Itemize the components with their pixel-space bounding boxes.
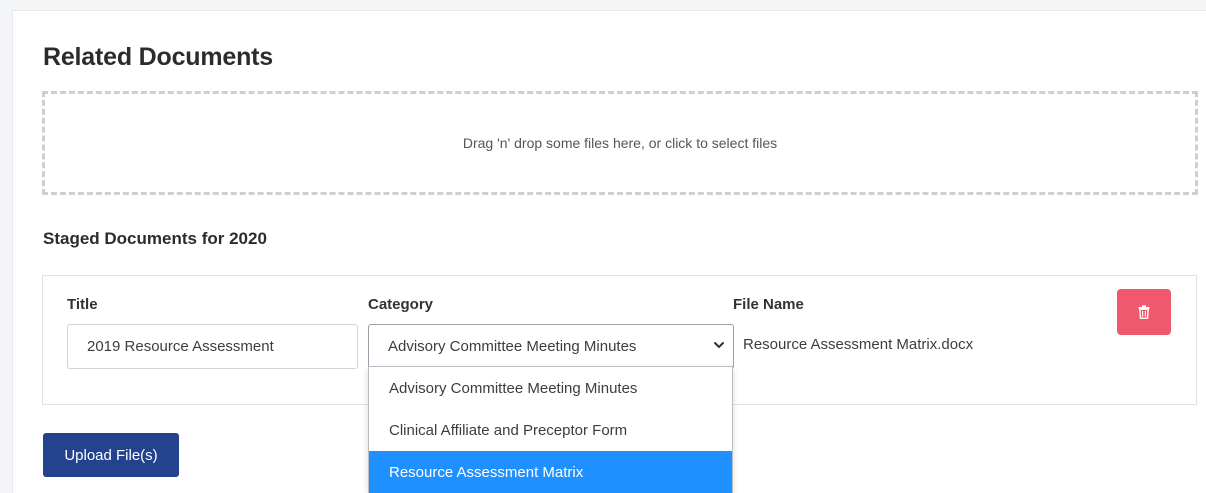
- category-select[interactable]: Advisory Committee Meeting Minutes: [368, 324, 734, 369]
- staged-documents-title: Staged Documents for 2020: [43, 229, 267, 248]
- trash-icon: [1138, 305, 1150, 319]
- dropzone-text: Drag 'n' drop some files here, or click …: [462, 135, 778, 151]
- delete-button[interactable]: [1117, 289, 1171, 335]
- category-label: Category: [368, 296, 434, 313]
- category-option[interactable]: Advisory Committee Meeting Minutes: [369, 367, 732, 409]
- category-select-value: Advisory Committee Meeting Minutes: [388, 338, 637, 355]
- category-dropdown-menu: Advisory Committee Meeting Minutes Clini…: [368, 366, 733, 493]
- file-dropzone[interactable]: Drag 'n' drop some files here, or click …: [42, 91, 1198, 195]
- file-name-value: Resource Assessment Matrix.docx: [743, 336, 974, 353]
- file-name-label: File Name: [733, 296, 804, 313]
- section-title: Related Documents: [43, 43, 273, 71]
- title-label: Title: [67, 296, 98, 313]
- chevron-down-icon: [714, 342, 724, 348]
- title-input[interactable]: [67, 324, 358, 369]
- category-option[interactable]: Clinical Affiliate and Preceptor Form: [369, 409, 732, 451]
- category-option-highlighted[interactable]: Resource Assessment Matrix: [369, 451, 732, 493]
- upload-files-button[interactable]: Upload File(s): [43, 433, 179, 477]
